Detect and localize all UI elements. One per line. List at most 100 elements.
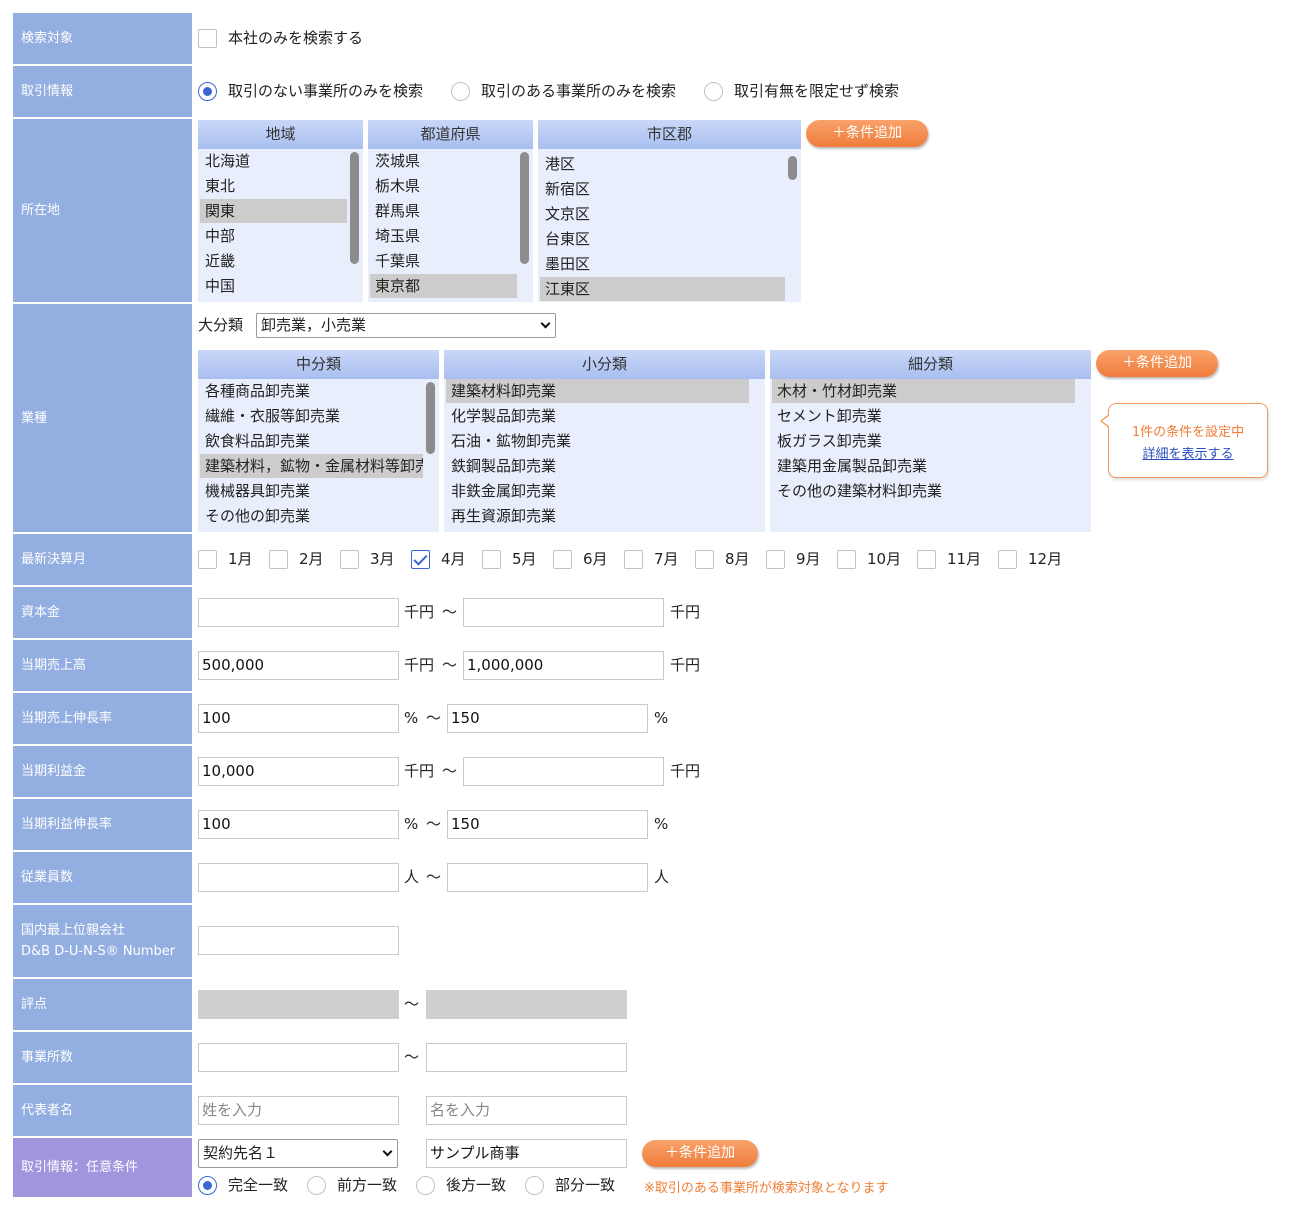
- prefecture-listbox[interactable]: 都道府県 茨城県 栃木県 群馬県 埼玉県 千葉県 東京都: [368, 120, 533, 302]
- month-9-checkbox[interactable]: [766, 550, 785, 569]
- list-item[interactable]: 非鉄金属卸売業: [446, 479, 749, 503]
- list-item[interactable]: 北海道: [200, 149, 347, 173]
- headoffice-only-checkbox[interactable]: [198, 29, 217, 48]
- list-item[interactable]: その他の卸売業: [200, 504, 423, 528]
- offices-to-input[interactable]: [426, 1043, 627, 1072]
- range-separator: ～: [442, 656, 458, 674]
- prefecture-scrollbar[interactable]: [520, 152, 529, 264]
- trade-field-select[interactable]: 契約先名１: [198, 1139, 398, 1168]
- profit-to-input[interactable]: [463, 757, 664, 786]
- list-item[interactable]: 埼玉県: [370, 224, 517, 248]
- offices-from-input[interactable]: [198, 1043, 399, 1072]
- region-scrollbar[interactable]: [350, 152, 359, 264]
- medium-category-scrollbar[interactable]: [426, 382, 435, 454]
- list-item[interactable]: 機械器具卸売業: [200, 479, 423, 503]
- list-item[interactable]: 木材・竹材卸売業: [772, 379, 1075, 403]
- list-item[interactable]: 建築材料卸売業: [446, 379, 749, 403]
- trade-value-input[interactable]: サンプル商事: [426, 1139, 627, 1168]
- range-separator: ～: [426, 709, 442, 727]
- list-item[interactable]: 建築材料，鉱物・金属材料等卸売業: [200, 454, 423, 478]
- month-6-checkbox[interactable]: [553, 550, 572, 569]
- list-item[interactable]: 東京都: [370, 274, 517, 298]
- month-2-checkbox[interactable]: [269, 550, 288, 569]
- month-7-checkbox[interactable]: [624, 550, 643, 569]
- list-item[interactable]: 関東: [200, 199, 347, 223]
- label-profit: 当期利益金: [13, 746, 192, 797]
- month-8-checkbox[interactable]: [695, 550, 714, 569]
- match-suffix-radio[interactable]: [416, 1176, 435, 1195]
- minor-category-listbox[interactable]: 小分類 建築材料卸売業 化学製品卸売業 石油・鉱物卸売業 鉄鋼製品卸売業 非鉄金…: [444, 350, 765, 532]
- label-search-target: 検索対象: [13, 13, 192, 64]
- list-item[interactable]: 江東区: [540, 277, 785, 301]
- industry-add-button[interactable]: ＋条件追加: [1096, 350, 1218, 377]
- medium-category-listbox[interactable]: 中分類 各種商品卸売業 繊維・衣服等卸売業 飲食料品卸売業 建築材料，鉱物・金属…: [198, 350, 439, 532]
- list-item[interactable]: 近畿: [200, 249, 347, 273]
- list-item[interactable]: 新宿区: [540, 177, 785, 201]
- profit-from-input[interactable]: 10,000: [198, 757, 399, 786]
- label-capital: 資本金: [13, 587, 192, 638]
- trade-any-label: 取引有無を限定せず検索: [734, 82, 900, 100]
- profit-growth-to-input[interactable]: 150: [447, 810, 648, 839]
- major-category-label: 大分類: [198, 316, 244, 334]
- sales-to-input[interactable]: 1,000,000: [463, 651, 664, 680]
- list-item[interactable]: その他の建築材料卸売業: [772, 479, 1075, 503]
- list-item[interactable]: 再生資源卸売業: [446, 504, 749, 528]
- sales-growth-from-input[interactable]: 100: [198, 704, 399, 733]
- rep-first-name-input[interactable]: 名を入力: [426, 1096, 627, 1125]
- list-item[interactable]: 群馬県: [370, 199, 517, 223]
- match-prefix-radio[interactable]: [307, 1176, 326, 1195]
- rep-last-name-input[interactable]: 姓を入力: [198, 1096, 399, 1125]
- month-10-checkbox[interactable]: [837, 550, 856, 569]
- match-exact-radio[interactable]: [198, 1176, 217, 1195]
- list-item[interactable]: 茨城県: [370, 149, 517, 173]
- list-item[interactable]: 港区: [540, 152, 785, 176]
- list-item[interactable]: 栃木県: [370, 174, 517, 198]
- capital-from-input[interactable]: [198, 598, 399, 627]
- detail-category-listbox[interactable]: 細分類 木材・竹材卸売業 セメント卸売業 板ガラス卸売業 建築用金属製品卸売業 …: [770, 350, 1091, 532]
- capital-to-input[interactable]: [463, 598, 664, 627]
- profit-unit-label: 千円: [670, 762, 701, 780]
- list-item[interactable]: 中部: [200, 224, 347, 248]
- sales-growth-to-input[interactable]: 150: [447, 704, 648, 733]
- list-item[interactable]: 台東区: [540, 227, 785, 251]
- month-label: 10月: [867, 550, 902, 568]
- location-add-button[interactable]: ＋条件追加: [806, 120, 928, 147]
- employees-from-input[interactable]: [198, 863, 399, 892]
- trade-any-radio[interactable]: [704, 82, 723, 101]
- list-item[interactable]: セメント卸売業: [772, 404, 1075, 428]
- list-item[interactable]: 中国: [200, 274, 347, 298]
- list-item[interactable]: 石油・鉱物卸売業: [446, 429, 749, 453]
- month-5-checkbox[interactable]: [482, 550, 501, 569]
- list-item[interactable]: 墨田区: [540, 252, 785, 276]
- month-4-checkbox[interactable]: [411, 550, 430, 569]
- employees-to-input[interactable]: [447, 863, 648, 892]
- label-representative: 代表者名: [13, 1085, 192, 1136]
- profit-growth-from-input[interactable]: 100: [198, 810, 399, 839]
- list-item[interactable]: 繊維・衣服等卸売業: [200, 404, 423, 428]
- list-item[interactable]: 鉄鋼製品卸売業: [446, 454, 749, 478]
- list-item[interactable]: 化学製品卸売業: [446, 404, 749, 428]
- list-item[interactable]: 千葉県: [370, 249, 517, 273]
- month-1-checkbox[interactable]: [198, 550, 217, 569]
- city-scrollbar[interactable]: [788, 156, 797, 180]
- list-item[interactable]: 東北: [200, 174, 347, 198]
- list-item[interactable]: 板ガラス卸売業: [772, 429, 1075, 453]
- trade-none-radio[interactable]: [198, 82, 217, 101]
- condition-tooltip: 1件の条件を設定中 詳細を表示する: [1100, 403, 1268, 478]
- city-listbox[interactable]: 市区郡 港区 新宿区 文京区 台東区 墨田区 江東区: [538, 120, 801, 302]
- major-category-select[interactable]: 卸売業，小売業: [256, 313, 556, 338]
- month-12-checkbox[interactable]: [998, 550, 1017, 569]
- trade-exists-radio[interactable]: [451, 82, 470, 101]
- month-3-checkbox[interactable]: [340, 550, 359, 569]
- parent-duns-input[interactable]: [198, 926, 399, 955]
- list-item[interactable]: 文京区: [540, 202, 785, 226]
- month-11-checkbox[interactable]: [917, 550, 936, 569]
- list-item[interactable]: 各種商品卸売業: [200, 379, 423, 403]
- show-details-link[interactable]: 詳細を表示する: [1109, 443, 1267, 462]
- trade-add-button[interactable]: ＋条件追加: [642, 1140, 758, 1167]
- region-listbox[interactable]: 地域 北海道 東北 関東 中部 近畿 中国: [198, 120, 363, 302]
- sales-from-input[interactable]: 500,000: [198, 651, 399, 680]
- match-partial-radio[interactable]: [525, 1176, 544, 1195]
- list-item[interactable]: 建築用金属製品卸売業: [772, 454, 1075, 478]
- list-item[interactable]: 飲食料品卸売業: [200, 429, 423, 453]
